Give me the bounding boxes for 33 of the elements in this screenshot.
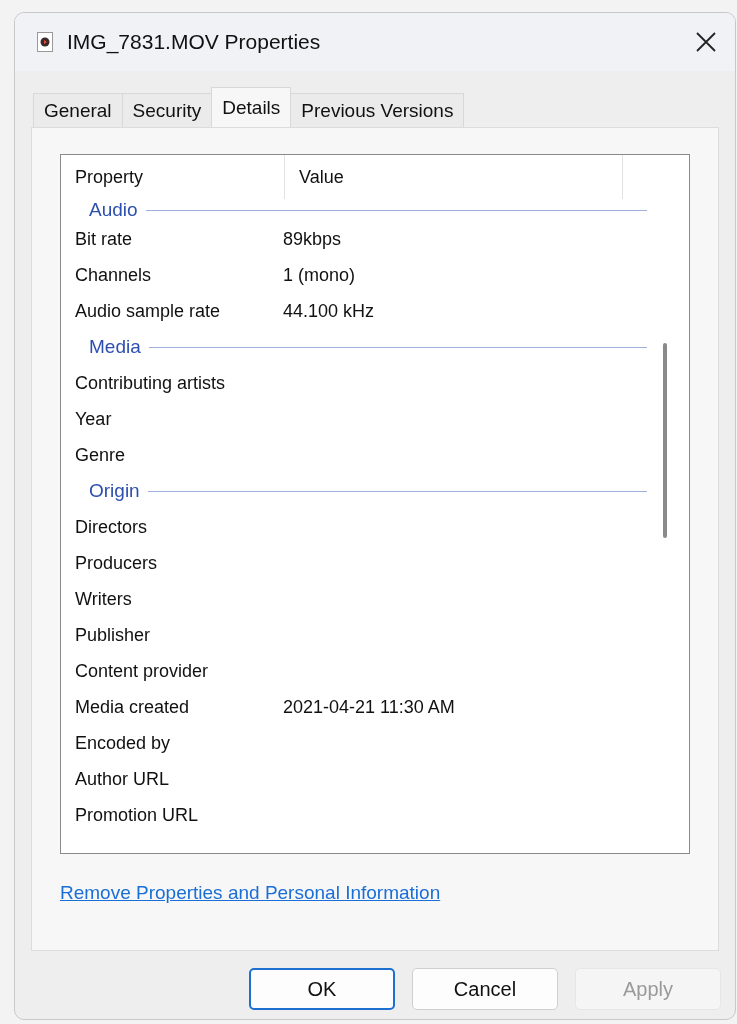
property-name: Directors — [74, 516, 148, 538]
property-name: Channels — [74, 264, 153, 286]
property-name: Bit rate — [74, 228, 134, 250]
group-heading: Origin — [89, 480, 140, 502]
property-value: 89kbps — [283, 228, 342, 250]
property-value: 2021-04-21 11:30 AM — [283, 696, 455, 718]
tab[interactable]: General — [33, 93, 123, 127]
column-header[interactable]: Value — [285, 155, 623, 199]
dialog-button[interactable]: Cancel — [412, 968, 558, 1010]
property-name: Content provider — [74, 660, 210, 682]
window-title: IMG_7831.MOV Properties — [67, 30, 322, 54]
column-header[interactable]: Property — [61, 155, 285, 199]
property-name: Author URL — [74, 768, 171, 790]
property-name: Contributing artists — [74, 372, 227, 394]
group-heading: Audio — [89, 199, 138, 221]
scrollbar-thumb[interactable] — [663, 343, 667, 538]
video-file-icon — [37, 32, 53, 52]
property-name: Encoded by — [74, 732, 172, 754]
property-value: 44.100 kHz — [283, 300, 375, 322]
property-name: Writers — [74, 588, 133, 610]
property-name: Producers — [74, 552, 159, 574]
ok-button[interactable]: OK — [249, 968, 395, 1010]
property-value: 1 (mono) — [283, 264, 356, 286]
group-heading: Media — [89, 336, 141, 358]
property-name: Promotion URL — [74, 804, 200, 826]
tab[interactable]: Details — [211, 87, 292, 127]
tab[interactable]: Previous Versions — [290, 93, 465, 127]
property-name: Year — [74, 408, 113, 430]
property-name: Genre — [74, 444, 127, 466]
remove-properties-link[interactable]: Remove Properties and Personal Information — [60, 882, 441, 904]
property-name: Media created — [74, 696, 191, 718]
property-name: Audio sample rate — [74, 300, 222, 322]
property-name: Publisher — [74, 624, 152, 646]
